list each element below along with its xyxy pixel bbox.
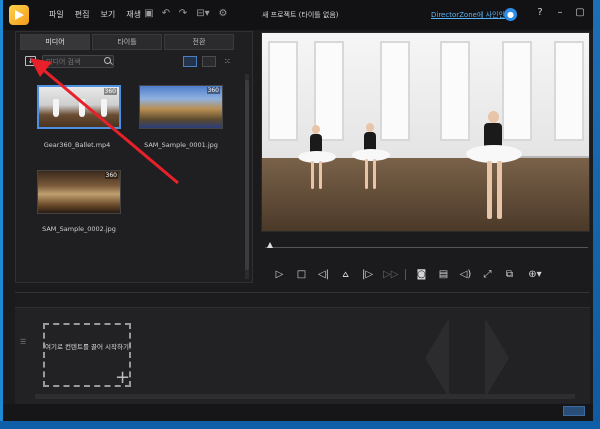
360-badge: 360 — [103, 88, 117, 95]
add-icon: + — [115, 367, 131, 388]
media-filename: Gear360_Ballet.mp4 — [43, 141, 111, 149]
content-drop-zone[interactable]: 여기로 컨텐트를 끌어 시작하기 + — [43, 323, 131, 387]
image-filter-button[interactable] — [202, 56, 216, 67]
help-button[interactable]: ? — [535, 7, 545, 18]
drop-zone-hint: 여기로 컨텐트를 끌어 시작하기 — [45, 343, 129, 351]
media-filename: SAM_Sample_0001.jpg — [144, 141, 218, 149]
status-bar — [3, 404, 593, 421]
media-filename: SAM_Sample_0002.jpg — [42, 225, 116, 233]
app-window: 파일 편집 보기 재생 ▣ ↶ ↷ ⊟▾ ⚙ 새 프로젝트 (타이틀 없음) D… — [3, 0, 593, 421]
preview-window — [268, 41, 298, 141]
desktop-edge-bottom — [0, 421, 600, 429]
menu-edit[interactable]: 편집 — [75, 9, 90, 20]
media-room-panel: 미디어 타이틀 전환 ↓ ⁙ 360 Gear360_Ballet.mp4 36… — [15, 31, 253, 283]
grid-view-icon[interactable]: ⁙ — [224, 57, 231, 66]
snapshot-icon[interactable]: ◙ — [415, 269, 428, 280]
menu-bar: 파일 편집 보기 재생 — [49, 9, 141, 20]
next-frame-icon[interactable]: |▷ — [361, 269, 374, 280]
maximize-button[interactable]: ▢ — [575, 7, 585, 18]
save-icon[interactable]: ▣ — [143, 8, 155, 19]
fast-forward-icon[interactable]: ▷▷ — [383, 269, 398, 280]
undo-icon[interactable]: ↶ — [160, 8, 172, 19]
360-badge: 360 — [206, 87, 220, 94]
preview-window — [554, 41, 584, 141]
menu-view[interactable]: 보기 — [100, 9, 115, 20]
media-thumbnail-gear360-ballet[interactable]: 360 — [37, 85, 121, 129]
media-scrollbar[interactable] — [245, 74, 249, 279]
subtitle-icon[interactable]: ▤ — [437, 269, 450, 280]
window-title: 새 프로젝트 (타이틀 없음) — [262, 11, 339, 19]
search-icon[interactable] — [104, 57, 111, 64]
timeline-panel: ☰ 여기로 컨텐트를 끌어 시작하기 + — [15, 292, 590, 404]
stop-icon[interactable]: □ — [295, 269, 308, 280]
split-icon[interactable]: ⩟ — [339, 269, 352, 280]
settings-icon[interactable]: ⚙ — [217, 8, 229, 19]
detach-icon[interactable]: ⧉ — [503, 269, 516, 280]
window-controls: ? – ▢ ✕ — [535, 7, 593, 18]
media-thumbnail-sam-0001[interactable]: 360 — [139, 85, 223, 129]
timeline-scrollbar[interactable] — [35, 394, 575, 399]
playback-controls: ▷ □ ◁| ⩟ |▷ ▷▷ ◙ ▤ ◁) ⤢ ⧉ ⊕▾ — [273, 266, 573, 282]
seek-handle[interactable] — [267, 242, 273, 248]
status-toggle-button[interactable] — [563, 406, 585, 416]
chevron-left-decoration — [425, 318, 449, 398]
fullscreen-icon[interactable]: ⤢ — [481, 269, 494, 280]
seek-bar[interactable] — [265, 241, 588, 251]
chevron-right-decoration — [485, 318, 509, 398]
quick-toolbar: ▣ ↶ ↷ ⊟▾ ⚙ — [143, 8, 229, 19]
timeline-header — [15, 293, 590, 308]
play-icon[interactable]: ▷ — [273, 269, 286, 280]
preview-window — [502, 41, 532, 141]
user-icon[interactable]: ● — [504, 8, 517, 21]
media-toolbar: ↓ ⁙ — [16, 52, 254, 72]
tab-titles[interactable]: 타이틀 — [92, 34, 162, 50]
preview-window — [380, 41, 410, 141]
track-handle-icon[interactable]: ☰ — [20, 338, 26, 346]
directorzone-signin-link[interactable]: DirectorZone에 사인인 — [431, 10, 505, 20]
thumb-figure — [79, 99, 85, 117]
desktop-edge-right — [593, 0, 600, 429]
tab-transitions[interactable]: 전환 — [164, 34, 234, 50]
menu-file[interactable]: 파일 — [49, 9, 64, 20]
tab-media[interactable]: 미디어 — [20, 34, 90, 50]
prev-frame-icon[interactable]: ◁| — [317, 269, 330, 280]
seek-track — [265, 247, 588, 248]
video-filter-button[interactable] — [183, 56, 197, 67]
thumb-figure — [53, 99, 59, 117]
media-thumbnail-sam-0002[interactable]: 360 — [37, 170, 121, 214]
menu-play[interactable]: 재생 — [126, 9, 141, 20]
minimize-button[interactable]: – — [555, 7, 565, 18]
redo-icon[interactable]: ↷ — [177, 8, 189, 19]
thumb-figure — [101, 99, 107, 117]
360-view-icon[interactable]: ⊕▾ — [525, 269, 545, 280]
resize-icon[interactable]: ⊟▾ — [194, 8, 212, 19]
360-badge: 360 — [104, 172, 118, 179]
app-logo-icon — [9, 5, 29, 25]
title-bar: 파일 편집 보기 재생 ▣ ↶ ↷ ⊟▾ ⚙ 새 프로젝트 (타이틀 없음) D… — [3, 0, 593, 30]
controls-divider — [405, 268, 406, 280]
volume-icon[interactable]: ◁) — [459, 269, 472, 280]
import-media-button[interactable]: ↓ — [25, 56, 36, 66]
preview-window — [440, 41, 470, 141]
media-tabs: 미디어 타이틀 전환 — [16, 32, 254, 50]
video-preview — [261, 32, 590, 232]
